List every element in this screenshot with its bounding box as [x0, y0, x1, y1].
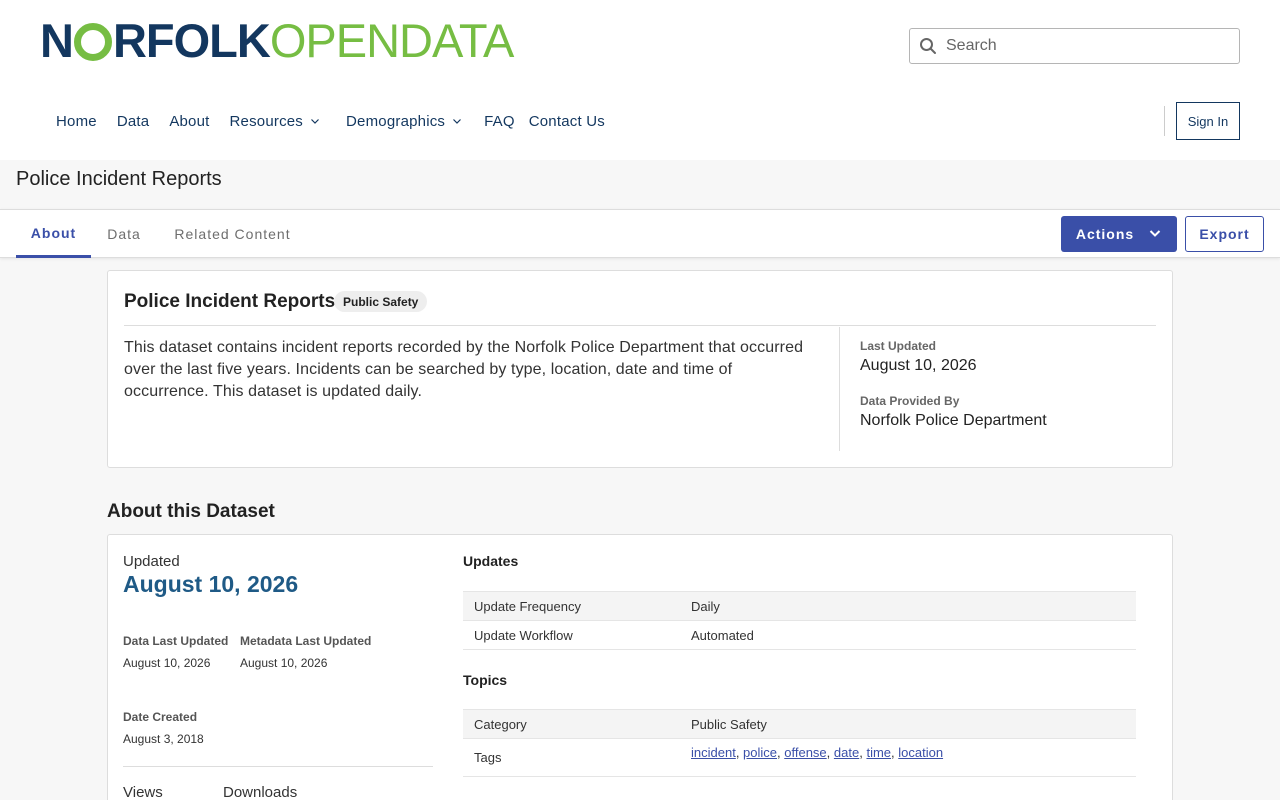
- metadata-last-updated-value: August 10, 2026: [240, 656, 328, 670]
- tab-bar: About Data Related Content Actions Expor…: [0, 209, 1280, 258]
- nav-home[interactable]: Home: [46, 108, 107, 134]
- norfolk-open-data-logo[interactable]: N RFOLK OPENDATA: [40, 13, 515, 67]
- export-button[interactable]: Export: [1185, 216, 1264, 252]
- updates-table: Update Frequency Daily Update Workflow A…: [463, 591, 1136, 650]
- category-value: Public Safety: [691, 716, 767, 732]
- search-input[interactable]: [946, 37, 1226, 55]
- updated-label: Updated: [123, 553, 180, 570]
- nav-faq-label: FAQ: [484, 112, 515, 130]
- views-label: Views: [123, 784, 163, 800]
- dataset-description: This dataset contains incident reports r…: [124, 339, 804, 400]
- nav-demographics-label: Demographics: [346, 112, 446, 130]
- tab-about[interactable]: About: [16, 210, 91, 258]
- downloads-label: Downloads: [223, 784, 298, 800]
- search-icon[interactable]: [910, 29, 946, 63]
- nav-contact-us[interactable]: Contact Us: [525, 108, 615, 134]
- nav-contact-us-label: Contact Us: [528, 112, 605, 130]
- data-last-updated-value: August 10, 2026: [123, 656, 211, 670]
- update-frequency-value: Daily: [691, 598, 720, 614]
- chevron-down-icon: [1148, 226, 1162, 243]
- tag-police-link[interactable]: police: [743, 745, 777, 760]
- tag-offense-link[interactable]: offense: [784, 745, 826, 760]
- actions-label: Actions: [1075, 226, 1135, 242]
- summary-vertical-divider: [839, 327, 840, 451]
- nav-divider: [1164, 106, 1165, 136]
- tag-location-link[interactable]: location: [898, 745, 943, 760]
- chevron-down-icon: [452, 116, 462, 126]
- nav-about-label: About: [169, 112, 210, 130]
- nav-data[interactable]: Data: [107, 108, 160, 134]
- summary-title: Police Incident Reports: [124, 291, 336, 312]
- provided-by-label: Data Provided By: [860, 394, 960, 408]
- nav-demographics[interactable]: Demographics: [336, 108, 472, 134]
- tags-label: Tags: [474, 750, 502, 765]
- nav-data-label: Data: [116, 112, 150, 130]
- logo-opendata-text: OPENDATA: [269, 13, 515, 67]
- main-nav: Home Data About Resources Demographics F…: [46, 108, 615, 134]
- date-created-label: Date Created: [123, 710, 198, 724]
- update-frequency-label: Update Frequency: [474, 598, 581, 614]
- nav-resources[interactable]: Resources: [220, 108, 331, 134]
- summary-card: Police Incident Reports Public Safety Th…: [107, 270, 1173, 468]
- logo-norfolk-text: RFOLK: [112, 13, 271, 67]
- update-workflow-value: Automated: [691, 627, 754, 643]
- nav-home-label: Home: [56, 112, 97, 130]
- provided-by-value: Norfolk Police Department: [860, 412, 1047, 429]
- stats-divider: [123, 766, 433, 767]
- nav-faq[interactable]: FAQ: [474, 108, 525, 134]
- nav-resources-label: Resources: [229, 112, 304, 130]
- topics-title: Topics: [463, 672, 508, 688]
- logo-o-mark-icon: [73, 23, 112, 61]
- tag-date-link[interactable]: date: [834, 745, 859, 760]
- category-label: Category: [474, 716, 527, 732]
- table-row: Update Frequency Daily: [463, 592, 1136, 621]
- last-updated-label: Last Updated: [860, 339, 937, 353]
- last-updated-value: August 10, 2026: [860, 357, 977, 374]
- table-row: Category Public Safety: [463, 710, 1136, 739]
- chevron-down-icon: [310, 116, 320, 126]
- tag-time-link[interactable]: time: [866, 745, 891, 760]
- sign-in-button[interactable]: Sign In: [1176, 102, 1240, 140]
- search-box[interactable]: [909, 28, 1240, 64]
- category-badge: Public Safety: [334, 291, 428, 312]
- update-workflow-label: Update Workflow: [474, 627, 573, 643]
- summary-divider: [124, 325, 1156, 326]
- metadata-last-updated-label: Metadata Last Updated: [240, 634, 372, 648]
- tab-related-content[interactable]: Related Content: [160, 210, 305, 258]
- topics-table: Category Public Safety Tags incident, po…: [463, 709, 1136, 777]
- about-dataset-card: Updated August 10, 2026 Data Last Update…: [107, 534, 1173, 800]
- updates-title: Updates: [463, 553, 519, 569]
- updated-date: August 10, 2026: [123, 571, 299, 597]
- tag-incident-link[interactable]: incident: [691, 745, 736, 760]
- date-created-value: August 3, 2018: [123, 732, 204, 746]
- actions-button[interactable]: Actions: [1061, 216, 1177, 252]
- nav-about[interactable]: About: [159, 108, 219, 134]
- tags-list: incident, police, offense, date, time, l…: [691, 745, 944, 760]
- site-header: N RFOLK OPENDATA Home Data About Resourc…: [0, 0, 1280, 160]
- logo-n: N: [40, 13, 74, 67]
- tab-data[interactable]: Data: [96, 210, 152, 258]
- table-row: Update Workflow Automated: [463, 621, 1136, 650]
- table-row: Tags incident, police, offense, date, ti…: [463, 739, 1136, 777]
- about-dataset-heading: About this Dataset: [107, 501, 275, 522]
- data-last-updated-label: Data Last Updated: [123, 634, 229, 648]
- page-title: Police Incident Reports: [16, 168, 222, 190]
